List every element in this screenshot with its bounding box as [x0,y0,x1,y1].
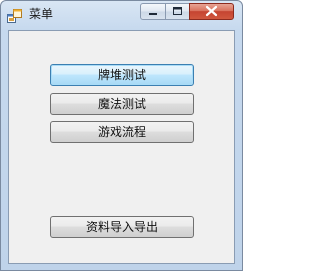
main-window: 菜单 牌堆测试 魔法测试 游戏流程 资料导入导出 [0,0,243,271]
maximize-button[interactable] [165,3,190,20]
minimize-icon [149,13,157,15]
window-title: 菜单 [29,7,54,21]
data-import-export-button[interactable]: 资料导入导出 [50,216,194,238]
minimize-button[interactable] [140,3,166,20]
title-bar[interactable]: 菜单 [1,1,242,29]
maximize-icon [173,7,182,15]
app-icon[interactable] [7,8,22,23]
client-area: 牌堆测试 魔法测试 游戏流程 资料导入导出 [8,30,235,264]
magic-test-button[interactable]: 魔法测试 [50,93,194,115]
game-flow-button[interactable]: 游戏流程 [50,121,194,143]
card-stack-test-button[interactable]: 牌堆测试 [50,64,194,86]
close-button[interactable] [189,3,234,20]
close-icon [205,5,218,17]
